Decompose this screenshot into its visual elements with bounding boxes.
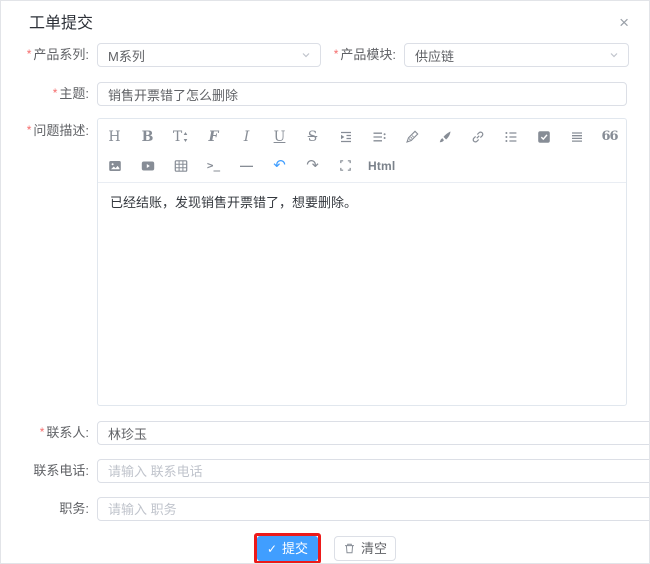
product-module-select[interactable]: 供应链 [404, 43, 629, 67]
pen-icon[interactable] [401, 126, 422, 148]
dialog-footer: ✓ 提交 清空 [1, 533, 649, 563]
product-module-label: * 产品模块: [333, 47, 396, 62]
chevron-down-icon [300, 49, 312, 61]
undo-icon[interactable]: ↶ [269, 155, 290, 177]
row-phone: 联系电话: 手机号码: [21, 459, 649, 483]
phone-input[interactable] [97, 459, 649, 483]
italic-icon[interactable]: I [236, 126, 257, 148]
brush-icon[interactable] [434, 126, 455, 148]
row-subject: * 主题: [21, 82, 627, 106]
editor-toolbar-row-2: >_ — ↶ ↷ Html [98, 151, 626, 180]
row-product: * 产品系列: M系列 * 产品模块: 供应链 [21, 43, 629, 67]
align-icon[interactable] [566, 126, 587, 148]
check-icon: ✓ [266, 541, 278, 556]
required-mark: * [26, 47, 32, 61]
submit-button-label: 提交 [282, 541, 309, 556]
editor-toolbar-row-1: H B T F I U S 66 [98, 122, 626, 151]
clear-button[interactable]: 清空 [334, 536, 397, 561]
image-icon[interactable] [104, 155, 125, 177]
page-title: 工单提交 [29, 15, 94, 32]
clear-button-label: 清空 [361, 541, 388, 556]
required-mark: * [333, 47, 339, 61]
contact-label: * 联系人: [39, 425, 89, 440]
dialog-header: 工单提交 × [1, 1, 649, 35]
editor-content[interactable]: 已经结账，发现销售开票错了，想要删除。 [98, 183, 626, 405]
required-mark: * [39, 425, 45, 439]
close-button[interactable]: × [613, 13, 635, 34]
product-series-label: * 产品系列: [26, 47, 89, 62]
table-icon[interactable] [170, 155, 191, 177]
todo-list-icon[interactable] [533, 126, 554, 148]
code-icon[interactable]: >_ [203, 155, 224, 177]
product-series-select[interactable]: M系列 [97, 43, 321, 67]
underline-icon[interactable]: U [269, 126, 290, 148]
submit-button[interactable]: ✓ 提交 [256, 536, 319, 561]
row-description: * 问题描述: H B T F I U S 66 >_ — ↶ ↷ Html 已… [21, 118, 627, 406]
row-contact: *联系人: 电子邮箱: [21, 421, 649, 445]
fullscreen-icon[interactable] [335, 155, 356, 177]
required-mark: * [52, 86, 58, 100]
description-editor: H B T F I U S 66 >_ — ↶ ↷ Html 已经结账，发现销售… [97, 118, 627, 406]
link-icon[interactable] [467, 126, 488, 148]
phone-label: 联系电话: [33, 463, 89, 478]
quote-icon[interactable]: 66 [599, 126, 620, 148]
trash-icon [343, 542, 356, 555]
row-position: 职务: [21, 497, 649, 521]
product-module-value: 供应链 [415, 48, 455, 64]
position-input[interactable] [97, 497, 649, 521]
description-label: * 问题描述: [26, 123, 89, 138]
chevron-down-icon [608, 49, 620, 61]
font-size-icon[interactable]: T [170, 126, 191, 148]
font-family-icon[interactable]: F [203, 126, 224, 148]
subject-input[interactable] [97, 82, 627, 106]
work-order-dialog: 工单提交 × *产品系列: M系列 *产品模块: 供应链 *主题: *问题描述:… [0, 0, 650, 564]
required-mark: * [26, 123, 32, 137]
video-icon[interactable] [137, 155, 158, 177]
submit-highlight-box: ✓ 提交 [253, 533, 322, 563]
horizontal-rule-icon[interactable]: — [236, 155, 257, 177]
bullet-list-icon[interactable] [500, 126, 521, 148]
strikethrough-icon[interactable]: S [302, 126, 323, 148]
contact-input[interactable] [97, 421, 649, 445]
redo-icon[interactable]: ↷ [302, 155, 323, 177]
line-height-icon[interactable] [368, 126, 389, 148]
product-series-value: M系列 [108, 48, 145, 64]
subject-label: * 主题: [52, 86, 89, 101]
indent-icon[interactable] [335, 126, 356, 148]
bold-icon[interactable]: B [137, 126, 158, 148]
html-icon[interactable]: Html [368, 155, 395, 177]
heading-icon[interactable]: H [104, 126, 125, 148]
position-label: 职务: [59, 501, 89, 516]
close-icon: × [619, 13, 629, 32]
